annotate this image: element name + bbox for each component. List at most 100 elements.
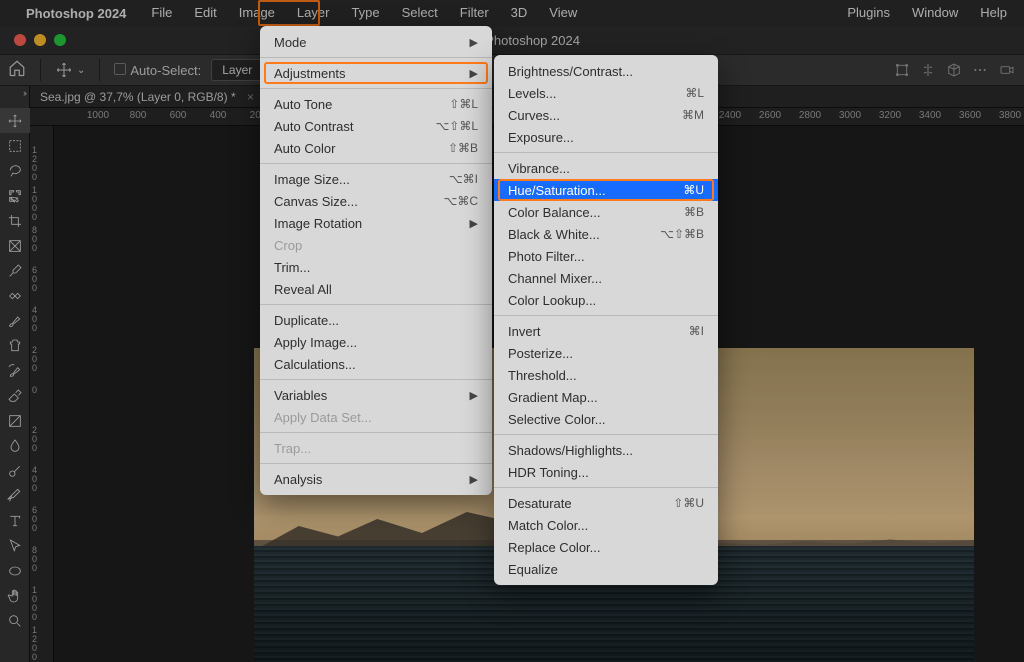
menu-item-shortcut: ⌥⌘I <box>449 172 478 186</box>
menu-item-label: Adjustments <box>274 66 440 81</box>
image-menu-duplicate[interactable]: Duplicate... <box>260 309 492 331</box>
menu-item-label: Apply Data Set... <box>274 410 478 425</box>
menu-item-shortcut: ⌘M <box>682 108 704 122</box>
menu-item-label: Duplicate... <box>274 313 478 328</box>
menu-item-label: Threshold... <box>508 368 704 383</box>
menu-item-label: Curves... <box>508 108 652 123</box>
adjustments-menu-vibrance[interactable]: Vibrance... <box>494 157 718 179</box>
menu-item-shortcut: ⇧⌘L <box>449 97 478 111</box>
menu-item-label: Channel Mixer... <box>508 271 704 286</box>
submenu-arrow-icon: ▶ <box>470 217 478 230</box>
adjustments-menu-hdr-toning[interactable]: HDR Toning... <box>494 461 718 483</box>
adjustments-menu-curves[interactable]: Curves... ⌘M <box>494 104 718 126</box>
menu-item-label: Selective Color... <box>508 412 704 427</box>
image-menu-image-rotation[interactable]: Image Rotation ▶ <box>260 212 492 234</box>
menu-item-label: Image Rotation <box>274 216 440 231</box>
adjustments-menu-desaturate[interactable]: Desaturate ⇧⌘U <box>494 492 718 514</box>
adjustments-menu-selective-color[interactable]: Selective Color... <box>494 408 718 430</box>
image-menu-reveal-all[interactable]: Reveal All <box>260 278 492 300</box>
image-menu-auto-tone[interactable]: Auto Tone⇧⌘L <box>260 93 492 115</box>
image-menu-trim[interactable]: Trim... <box>260 256 492 278</box>
image-menu-trap: Trap... <box>260 437 492 459</box>
submenu-arrow-icon: ▶ <box>470 67 478 80</box>
image-menu-separator <box>260 57 492 58</box>
adjustments-menu-channel-mixer[interactable]: Channel Mixer... <box>494 267 718 289</box>
image-menu-adjustments[interactable]: Adjustments ▶ <box>260 62 492 84</box>
adjustments-menu-posterize[interactable]: Posterize... <box>494 342 718 364</box>
image-menu-calculations[interactable]: Calculations... <box>260 353 492 375</box>
image-menu-analysis[interactable]: Analysis▶ <box>260 468 492 490</box>
image-menu-separator <box>260 304 492 305</box>
image-menu-crop: Crop <box>260 234 492 256</box>
adjustments-menu-separator <box>494 152 718 153</box>
menu-item-label: Image Size... <box>274 172 419 187</box>
menu-item-label: Canvas Size... <box>274 194 414 209</box>
menu-item-label: HDR Toning... <box>508 465 704 480</box>
adjustments-menu-equalize[interactable]: Equalize <box>494 558 718 580</box>
submenu-arrow-icon: ▶ <box>470 473 478 486</box>
image-menu-separator <box>260 88 492 89</box>
adjustments-menu-hue-saturation[interactable]: Hue/Saturation... ⌘U <box>494 179 718 201</box>
menu-item-shortcut: ⌘U <box>683 183 704 197</box>
menu-item-shortcut: ⌥⌘C <box>444 194 479 208</box>
adjustments-submenu: Brightness/Contrast...Levels...⌘LCurves.… <box>494 55 718 585</box>
adjustments-menu-gradient-map[interactable]: Gradient Map... <box>494 386 718 408</box>
menu-item-label: Shadows/Highlights... <box>508 443 704 458</box>
adjustments-menu-exposure[interactable]: Exposure... <box>494 126 718 148</box>
adjustments-menu-color-lookup[interactable]: Color Lookup... <box>494 289 718 311</box>
adjustments-menu-separator <box>494 315 718 316</box>
adjustments-menu-invert[interactable]: Invert ⌘I <box>494 320 718 342</box>
submenu-arrow-icon: ▶ <box>470 36 478 49</box>
adjustments-menu-black-white[interactable]: Black & White...⌥⇧⌘B <box>494 223 718 245</box>
menu-item-label: Match Color... <box>508 518 704 533</box>
adjustments-menu-photo-filter[interactable]: Photo Filter... <box>494 245 718 267</box>
adjustments-menu-color-balance[interactable]: Color Balance... ⌘B <box>494 201 718 223</box>
menu-item-label: Gradient Map... <box>508 390 704 405</box>
adjustments-menu-levels[interactable]: Levels...⌘L <box>494 82 718 104</box>
menu-item-label: Trim... <box>274 260 478 275</box>
menu-item-label: Invert <box>508 324 659 339</box>
image-menu-mode[interactable]: Mode ▶ <box>260 31 492 53</box>
menu-item-label: Crop <box>274 238 478 253</box>
menu-item-label: Reveal All <box>274 282 478 297</box>
menu-item-label: Replace Color... <box>508 540 704 555</box>
menu-item-label: Desaturate <box>508 496 643 511</box>
adjustments-menu-threshold[interactable]: Threshold... <box>494 364 718 386</box>
menu-item-shortcut: ⇧⌘U <box>673 496 704 510</box>
image-menu-variables[interactable]: Variables▶ <box>260 384 492 406</box>
menu-item-label: Photo Filter... <box>508 249 704 264</box>
menu-item-label: Brightness/Contrast... <box>508 64 704 79</box>
image-menu-apply-image[interactable]: Apply Image... <box>260 331 492 353</box>
image-menu-canvas-size[interactable]: Canvas Size... ⌥⌘C <box>260 190 492 212</box>
image-menu-auto-contrast[interactable]: Auto Contrast ⌥⇧⌘L <box>260 115 492 137</box>
menu-item-label: Color Lookup... <box>508 293 704 308</box>
menu-item-label: Posterize... <box>508 346 704 361</box>
image-menu-separator <box>260 432 492 433</box>
menu-item-label: Equalize <box>508 562 704 577</box>
menu-item-label: Hue/Saturation... <box>508 183 653 198</box>
menu-item-label: Color Balance... <box>508 205 654 220</box>
menu-item-label: Auto Contrast <box>274 119 405 134</box>
menu-item-shortcut: ⌥⇧⌘L <box>435 119 478 133</box>
menu-item-shortcut: ⇧⌘B <box>448 141 478 155</box>
adjustments-menu-match-color[interactable]: Match Color... <box>494 514 718 536</box>
image-menu-image-size[interactable]: Image Size... ⌥⌘I <box>260 168 492 190</box>
image-menu-separator <box>260 379 492 380</box>
adjustments-menu-separator <box>494 487 718 488</box>
menu-item-label: Auto Color <box>274 141 418 156</box>
adjustments-menu-brightness-contrast[interactable]: Brightness/Contrast... <box>494 60 718 82</box>
menu-item-label: Mode <box>274 35 440 50</box>
menu-item-label: Vibrance... <box>508 161 704 176</box>
adjustments-menu-shadows-highlights[interactable]: Shadows/Highlights... <box>494 439 718 461</box>
menu-item-label: Apply Image... <box>274 335 478 350</box>
image-menu-apply-data-set: Apply Data Set... <box>260 406 492 428</box>
image-menu-auto-color[interactable]: Auto Color ⇧⌘B <box>260 137 492 159</box>
menu-item-shortcut: ⌥⇧⌘B <box>660 227 704 241</box>
menu-item-shortcut: ⌘I <box>689 324 704 338</box>
image-menu-separator <box>260 463 492 464</box>
menu-item-shortcut: ⌘L <box>685 86 704 100</box>
adjustments-menu-replace-color[interactable]: Replace Color... <box>494 536 718 558</box>
submenu-arrow-icon: ▶ <box>470 389 478 402</box>
menu-item-shortcut: ⌘B <box>684 205 704 219</box>
menu-item-label: Trap... <box>274 441 478 456</box>
